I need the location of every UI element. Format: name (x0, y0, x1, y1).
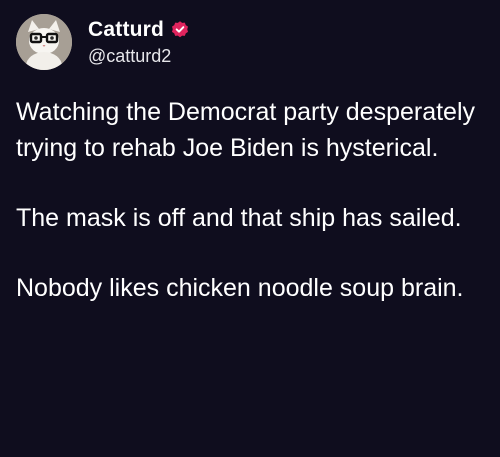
avatar[interactable] (16, 14, 72, 70)
handle[interactable]: @catturd2 (88, 46, 190, 67)
tweet-body: Watching the Democrat party desperately … (16, 94, 492, 306)
tweet-paragraph: Nobody likes chicken noodle soup brain. (16, 274, 464, 302)
display-name-row: Catturd (88, 17, 190, 43)
tweet-card: Catturd @catturd2 Watching the Democrat … (0, 0, 500, 457)
display-name[interactable]: Catturd (88, 18, 164, 42)
author-names: Catturd @catturd2 (88, 17, 190, 67)
tweet-paragraph: Watching the Democrat party desperately … (16, 98, 476, 162)
tweet-header: Catturd @catturd2 (16, 14, 190, 70)
tweet-paragraph: The mask is off and that ship has sailed… (16, 204, 462, 232)
cat-with-glasses-avatar-icon (16, 14, 72, 70)
verified-badge-icon (170, 20, 190, 40)
